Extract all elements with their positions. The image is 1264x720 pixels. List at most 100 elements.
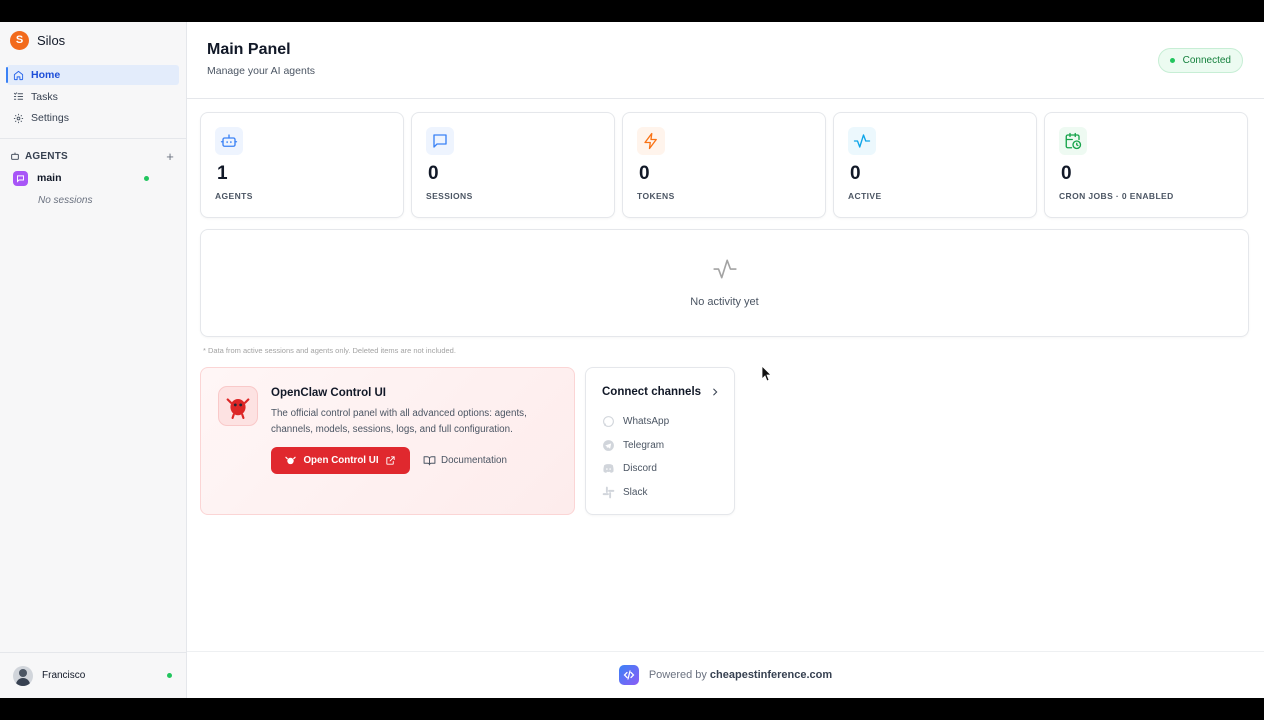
- stat-label: SESSIONS: [426, 191, 473, 201]
- agent-item-main[interactable]: main: [0, 168, 186, 188]
- agent-avatar: [13, 170, 28, 186]
- activity-icon: [853, 134, 871, 148]
- slack-icon: [602, 486, 615, 498]
- home-icon: [13, 70, 24, 80]
- documentation-link[interactable]: Documentation: [423, 447, 507, 474]
- cheapestinference-logo: [618, 665, 639, 685]
- user-status-dot: [167, 673, 172, 678]
- page-title: Main Panel: [207, 41, 291, 58]
- channel-telegram[interactable]: Telegram: [602, 437, 669, 454]
- channel-whatsapp[interactable]: WhatsApp: [602, 413, 669, 430]
- channel-label: Telegram: [623, 439, 665, 451]
- app-window: S Silos Home Tasks Settings AGENTS + mai…: [0, 22, 1264, 698]
- connect-channels-title: Connect channels: [602, 386, 702, 398]
- stat-card-active[interactable]: 0 ACTIVE: [833, 112, 1037, 218]
- main-content: Main Panel Manage your AI agents Connect…: [187, 22, 1264, 698]
- sidebar-item-settings[interactable]: Settings: [7, 108, 179, 128]
- stats-row: 1 AGENTS 0 SESSIONS 0 TOKENS 0 ACTIVE 0 …: [200, 112, 1248, 218]
- external-link-icon: [385, 456, 395, 465]
- connect-channels-header[interactable]: Connect channels: [602, 386, 720, 398]
- page-header: Main Panel Manage your AI agents Connect…: [187, 22, 1264, 99]
- chevron-right-icon: [713, 388, 718, 396]
- stat-label: TOKENS: [637, 191, 675, 201]
- stat-icon-box: [215, 127, 243, 155]
- whatsapp-icon: [603, 416, 614, 427]
- stat-value: 1: [217, 163, 228, 184]
- channel-list: WhatsApp Telegram Discord Slack: [602, 413, 669, 507]
- data-footnote: * Data from active sessions and agents o…: [203, 346, 456, 355]
- channel-slack[interactable]: Slack: [602, 484, 669, 501]
- sidebar-item-tasks[interactable]: Tasks: [7, 87, 179, 107]
- avatar: [13, 665, 33, 686]
- claw-icon: [226, 398, 250, 419]
- status-dot: [1169, 58, 1175, 63]
- openclaw-card: OpenClaw Control UI The official control…: [200, 367, 575, 515]
- activity-empty-text: No activity yet: [690, 296, 759, 308]
- sidebar-item-home[interactable]: Home: [6, 65, 179, 85]
- activity-panel: No activity yet: [200, 229, 1249, 337]
- channel-discord[interactable]: Discord: [602, 460, 669, 477]
- message-icon: [17, 174, 24, 183]
- sidebar-item-label: Settings: [31, 112, 69, 124]
- channel-label: Discord: [623, 463, 657, 474]
- sidebar-nav: Home Tasks Settings: [0, 65, 186, 128]
- no-sessions-text: No sessions: [38, 195, 93, 206]
- message-icon: [433, 134, 447, 148]
- discord-icon: [603, 464, 614, 473]
- book-icon: [423, 456, 436, 466]
- agents-section-header: AGENTS +: [0, 148, 186, 164]
- telegram-icon: [603, 439, 614, 451]
- page-footer: Powered by cheapestinference.com: [187, 651, 1264, 698]
- footer-brand-link[interactable]: cheapestinference.com: [710, 669, 832, 681]
- user-profile[interactable]: Francisco: [0, 652, 186, 698]
- status-badge: Connected: [1157, 48, 1243, 73]
- status-badge-label: Connected: [1182, 55, 1231, 66]
- brand-logo: S: [10, 30, 29, 50]
- channel-label: WhatsApp: [623, 416, 670, 427]
- stat-label: AGENTS: [215, 191, 253, 201]
- stat-icon-box: [848, 127, 876, 155]
- sidebar-item-label: Tasks: [31, 90, 58, 103]
- openclaw-title: OpenClaw Control UI: [271, 387, 386, 399]
- agent-name: main: [37, 172, 62, 184]
- sidebar-divider: [0, 138, 186, 139]
- brand[interactable]: S Silos: [0, 22, 186, 58]
- claw-icon: [285, 456, 297, 465]
- add-agent-button[interactable]: +: [166, 149, 174, 164]
- stat-card-tokens[interactable]: 0 TOKENS: [622, 112, 826, 218]
- stat-label: CRON JOBS · 0 ENABLED: [1059, 191, 1174, 201]
- stat-value: 0: [639, 163, 650, 184]
- stat-value: 0: [428, 163, 439, 184]
- stat-card-sessions[interactable]: 0 SESSIONS: [411, 112, 615, 218]
- stat-icon-box: [426, 127, 454, 155]
- calendar-clock-icon: [1065, 132, 1082, 150]
- connect-channels-card[interactable]: Connect channels WhatsApp Telegram Disco…: [585, 367, 735, 515]
- sidebar: S Silos Home Tasks Settings AGENTS + mai…: [0, 22, 187, 698]
- stat-label: ACTIVE: [848, 191, 882, 201]
- agent-status-dot: [144, 175, 149, 181]
- stat-value: 0: [850, 163, 861, 184]
- lightning-icon: [644, 132, 657, 150]
- documentation-label: Documentation: [441, 455, 507, 466]
- sidebar-item-label: Home: [31, 69, 61, 81]
- activity-icon: [713, 259, 737, 279]
- code-icon: [623, 670, 635, 680]
- mouse-cursor-icon: [762, 366, 772, 381]
- openclaw-logo: [218, 386, 258, 426]
- brand-name: Silos: [37, 32, 66, 48]
- user-name: Francisco: [42, 670, 86, 681]
- agents-section-title: AGENTS: [25, 150, 68, 162]
- stat-icon-box: [1059, 127, 1087, 155]
- robot-icon: [11, 152, 19, 160]
- page-subtitle: Manage your AI agents: [207, 65, 315, 77]
- robot-icon: [220, 134, 238, 147]
- openclaw-description: The official control panel with all adva…: [271, 408, 527, 435]
- tasks-icon: [13, 92, 24, 100]
- stat-card-agents[interactable]: 1 AGENTS: [200, 112, 404, 218]
- channel-label: Slack: [623, 486, 648, 498]
- stat-icon-box: [637, 127, 665, 155]
- gear-icon: [13, 113, 24, 123]
- stat-card-cron-jobs[interactable]: 0 CRON JOBS · 0 ENABLED: [1044, 112, 1248, 218]
- open-control-ui-button[interactable]: Open Control UI: [271, 447, 410, 474]
- footer-prefix: Powered by: [648, 669, 707, 681]
